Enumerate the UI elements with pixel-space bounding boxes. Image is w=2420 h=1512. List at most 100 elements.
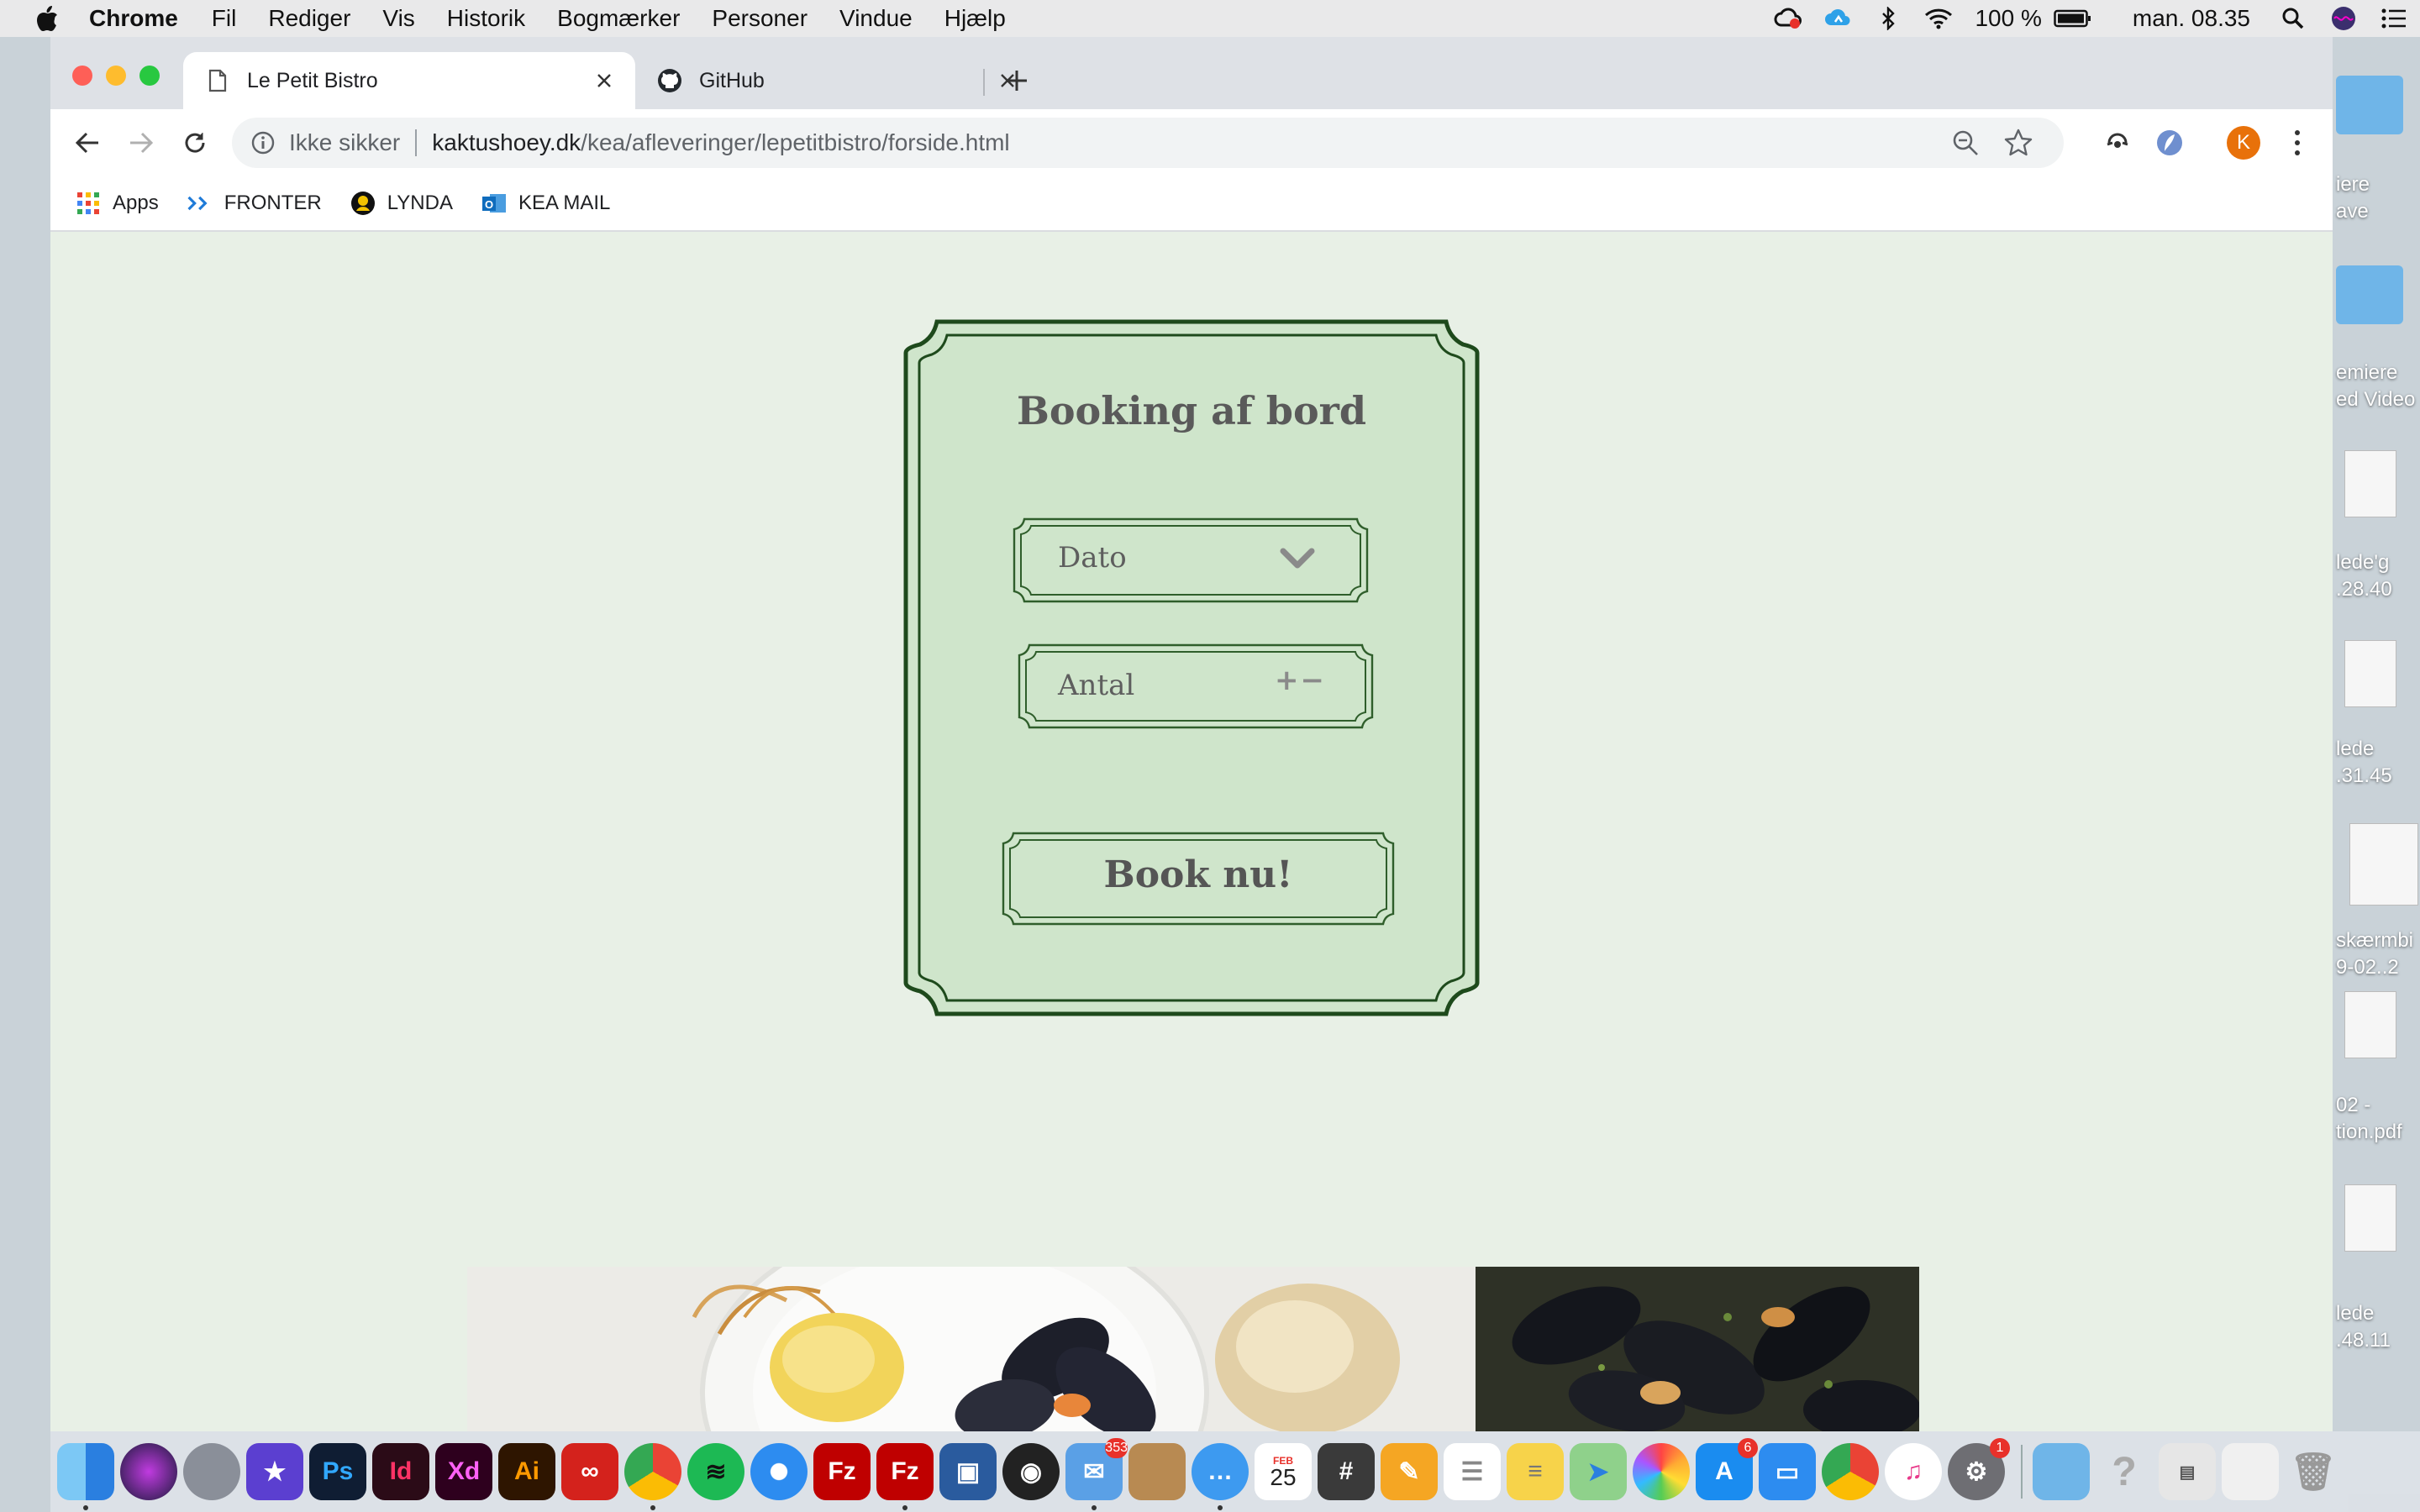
documents-stack-icon[interactable] bbox=[2222, 1443, 2279, 1500]
filezilla-icon[interactable]: Fz bbox=[813, 1443, 871, 1500]
desktop-item-label[interactable]: 02 - bbox=[2336, 1092, 2370, 1119]
menu-bogmaerker[interactable]: Bogmærker bbox=[557, 5, 680, 32]
spotlight-search-icon[interactable] bbox=[2279, 6, 2307, 31]
siri-dock-icon[interactable] bbox=[120, 1443, 177, 1500]
back-arrow-icon[interactable] bbox=[69, 124, 106, 161]
calendar-icon[interactable]: FEB 25 bbox=[1255, 1443, 1312, 1500]
pages-icon[interactable]: ✎ bbox=[1381, 1443, 1438, 1500]
guest-count-stepper[interactable]: Antal +− bbox=[1018, 643, 1374, 729]
menu-vindue[interactable]: Vindue bbox=[839, 5, 913, 32]
bookmark-fronter[interactable]: FRONTER bbox=[187, 191, 322, 216]
desktop-folder-icon[interactable] bbox=[2336, 265, 2403, 324]
security-status[interactable]: Ikke sikker bbox=[289, 129, 400, 156]
zoom-out-icon[interactable] bbox=[1951, 129, 1980, 157]
menu-personer[interactable]: Personer bbox=[712, 5, 808, 32]
chrome-dock-icon[interactable] bbox=[624, 1443, 681, 1510]
window-minimize-button[interactable] bbox=[106, 66, 126, 86]
info-icon[interactable] bbox=[250, 130, 276, 155]
wifi-icon[interactable] bbox=[1924, 6, 1953, 31]
menu-app-name[interactable]: Chrome bbox=[89, 5, 178, 32]
desktop-item-label[interactable]: lede bbox=[2336, 1300, 2374, 1327]
bookmark-star-icon[interactable] bbox=[2003, 128, 2033, 158]
keynote-icon[interactable]: ▭ bbox=[1759, 1443, 1816, 1500]
notification-center-icon[interactable] bbox=[2380, 6, 2408, 31]
chrome-menu-icon[interactable] bbox=[2289, 128, 2306, 158]
extension-shield-icon[interactable] bbox=[2102, 128, 2133, 158]
downloads-folder-icon[interactable] bbox=[2033, 1443, 2090, 1500]
close-tab-icon[interactable] bbox=[592, 68, 617, 93]
spotify-icon[interactable]: ≋ bbox=[687, 1443, 744, 1500]
bookmark-kea-mail[interactable]: O KEA MAIL bbox=[481, 191, 610, 216]
mail-icon[interactable]: ✉ 353 bbox=[1065, 1438, 1128, 1510]
desktop-file-icon[interactable] bbox=[2349, 823, 2418, 906]
desktop-item-label[interactable]: ed Video bbox=[2336, 386, 2415, 413]
reminders-icon[interactable]: ☰ bbox=[1444, 1443, 1501, 1500]
help-question-icon[interactable]: ? bbox=[2096, 1443, 2153, 1500]
apple-menu-icon[interactable] bbox=[35, 5, 59, 32]
creative-cloud-icon[interactable] bbox=[1773, 6, 1802, 31]
chevron-down-icon[interactable] bbox=[1280, 548, 1315, 570]
window-close-button[interactable] bbox=[72, 66, 92, 86]
itunes-icon[interactable]: ♫ bbox=[1885, 1443, 1942, 1500]
battery-icon[interactable] bbox=[2054, 6, 2092, 31]
cloud-sync-icon[interactable] bbox=[1823, 6, 1852, 31]
desktop-file-icon[interactable] bbox=[2344, 1184, 2396, 1252]
menu-rediger[interactable]: Rediger bbox=[268, 5, 350, 32]
bluetooth-icon[interactable] bbox=[1874, 6, 1902, 31]
desktop-item-label[interactable]: ave bbox=[2336, 198, 2369, 225]
messages-icon[interactable]: … bbox=[1192, 1443, 1249, 1510]
photoshop-icon[interactable]: Ps bbox=[309, 1443, 366, 1500]
creative-cloud-dock-icon[interactable]: ∞ bbox=[561, 1443, 618, 1500]
extension-feather-icon[interactable] bbox=[2154, 128, 2185, 158]
terminal-window-icon[interactable]: ▣ bbox=[939, 1443, 997, 1500]
menu-historik[interactable]: Historik bbox=[447, 5, 525, 32]
desktop-item-label[interactable]: skærmbi bbox=[2336, 927, 2413, 954]
menu-vis[interactable]: Vis bbox=[382, 5, 414, 32]
desktop-item-label[interactable]: emiere bbox=[2336, 360, 2397, 386]
tab-le-petit-bistro[interactable]: Le Petit Bistro bbox=[183, 52, 635, 109]
calculator-icon[interactable]: # bbox=[1318, 1443, 1375, 1500]
maps-icon[interactable]: ➤ bbox=[1570, 1443, 1627, 1500]
book-now-button[interactable]: Book nu! bbox=[1002, 832, 1395, 926]
desktop-file-icon[interactable] bbox=[2344, 450, 2396, 517]
menu-clock[interactable]: man. 08.35 bbox=[2133, 5, 2250, 32]
reload-icon[interactable] bbox=[176, 124, 213, 161]
desktop-item-label[interactable]: .31.45 bbox=[2336, 763, 2392, 790]
desktop-item-label[interactable]: lede bbox=[2336, 736, 2374, 763]
filezilla-2-icon[interactable]: Fz bbox=[876, 1443, 934, 1510]
date-select[interactable]: Dato bbox=[1013, 517, 1369, 603]
desktop-item-label[interactable]: .48.11 bbox=[2336, 1327, 2391, 1354]
desktop-file-icon[interactable] bbox=[2344, 991, 2396, 1058]
tab-github[interactable]: GitHub bbox=[635, 52, 1039, 109]
desktop-item-label[interactable]: iere bbox=[2336, 171, 2370, 198]
desktop-file-icon[interactable] bbox=[2344, 640, 2396, 707]
new-tab-icon[interactable] bbox=[1000, 64, 1034, 97]
desktop-folder-icon[interactable] bbox=[2336, 76, 2403, 134]
chrome-canary-icon[interactable] bbox=[1822, 1443, 1879, 1500]
preview-stack-icon[interactable]: ▤ bbox=[2159, 1443, 2216, 1500]
bookmark-apps[interactable]: Apps bbox=[76, 191, 159, 216]
notes-icon[interactable]: ≡ bbox=[1507, 1443, 1564, 1500]
launchpad-icon[interactable] bbox=[183, 1443, 240, 1500]
illustrator-icon[interactable]: Ai bbox=[498, 1443, 555, 1500]
indesign-icon[interactable]: Id bbox=[372, 1443, 429, 1500]
trash-icon[interactable]: 🗑 bbox=[2285, 1443, 2342, 1500]
system-preferences-icon[interactable]: ⚙ 1 bbox=[1948, 1438, 2010, 1500]
bookmark-lynda[interactable]: LYNDA bbox=[350, 191, 453, 216]
forward-arrow-icon[interactable] bbox=[123, 124, 160, 161]
adobe-xd-icon[interactable]: Xd bbox=[435, 1443, 492, 1500]
desktop-item-label[interactable]: tion.pdf bbox=[2336, 1119, 2402, 1146]
finder-icon[interactable] bbox=[57, 1443, 114, 1510]
desktop-item-label[interactable]: .28.40 bbox=[2336, 576, 2392, 603]
menu-fil[interactable]: Fil bbox=[212, 5, 237, 32]
desktop-item-label[interactable]: lede'g bbox=[2336, 549, 2389, 576]
profile-avatar[interactable]: K bbox=[2227, 126, 2260, 160]
siri-icon[interactable] bbox=[2329, 6, 2358, 31]
menu-hjaelp[interactable]: Hjælp bbox=[944, 5, 1006, 32]
safari-icon[interactable] bbox=[750, 1443, 808, 1500]
address-bar[interactable]: Ikke sikker kaktushoey.dk/kea/aflevering… bbox=[232, 118, 2064, 168]
contacts-icon[interactable] bbox=[1128, 1443, 1186, 1500]
photos-icon[interactable] bbox=[1633, 1443, 1690, 1500]
desktop-item-label[interactable]: 9-02..2 bbox=[2336, 954, 2399, 981]
window-zoom-button[interactable] bbox=[139, 66, 160, 86]
